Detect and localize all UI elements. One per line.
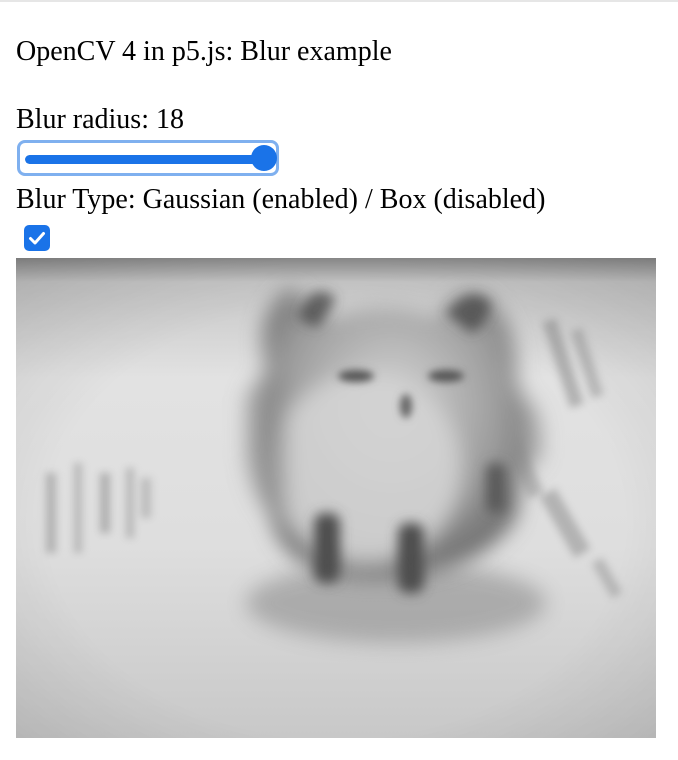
blurred-cat-image (16, 258, 656, 738)
slider-track[interactable] (25, 155, 271, 164)
slider-thumb[interactable] (250, 145, 277, 171)
blur-radius-label: Blur radius: 18 (16, 104, 184, 135)
slider-fill (25, 155, 264, 164)
blur-radius-slider[interactable] (17, 140, 279, 176)
blur-type-label: Blur Type: Gaussian (enabled) / Box (dis… (16, 184, 546, 215)
top-divider (0, 0, 678, 2)
page-title: OpenCV 4 in p5.js: Blur example (16, 36, 392, 67)
blurred-image-canvas (16, 258, 656, 738)
checkmark-icon (29, 232, 45, 245)
blur-type-checkbox[interactable] (24, 225, 50, 251)
